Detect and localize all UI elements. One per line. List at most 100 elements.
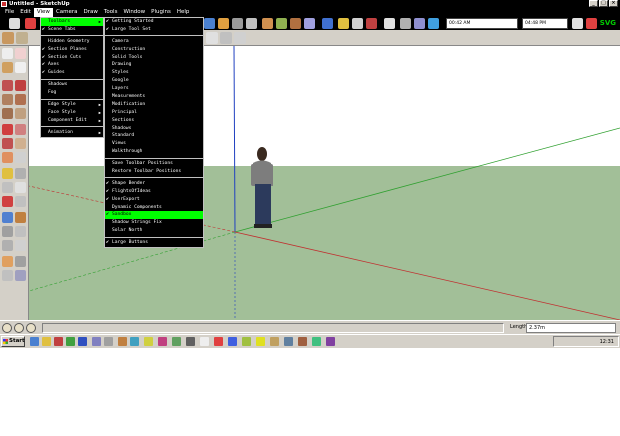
tape-measure-icon[interactable] [2,168,13,179]
taskbar-app-7-icon[interactable] [172,337,181,346]
push-pull-tool-icon[interactable] [15,124,26,135]
taskbar-app-10-icon[interactable] [214,337,223,346]
menu-window[interactable]: Window [120,8,148,17]
zoom-extents-side-icon[interactable] [2,240,13,251]
circle-tool-icon[interactable] [15,94,26,105]
move-tool-icon[interactable] [2,124,13,135]
freehand-tool-icon[interactable] [15,80,26,91]
walk-icon[interactable] [206,32,218,44]
view-front-icon[interactable] [290,18,301,29]
rotate-tool-icon[interactable] [2,138,13,149]
toolbar-item-camera[interactable]: Camera [105,38,203,46]
excel-icon[interactable] [66,337,75,346]
toolbar-item-solar-north[interactable]: Solar North [105,227,203,235]
toolbar-item-dynamic-components[interactable]: Dynamic Components [105,204,203,212]
toolbar-item-large-tool-set[interactable]: ✔ Large Tool Set [105,26,203,34]
paint-bucket-icon[interactable] [16,32,28,44]
ideas-icon[interactable] [400,18,411,29]
follow-me-tool-icon[interactable] [15,138,26,149]
orbit-side-icon[interactable] [2,212,13,223]
dimension-tool-icon[interactable] [15,168,26,179]
eraser-side-icon[interactable] [15,62,26,73]
length-input[interactable]: 2.37m [526,323,616,333]
credits-icon[interactable] [14,323,24,333]
polygon-tool-icon[interactable] [2,108,13,119]
toolbar-item-restore-toolbar-positions[interactable]: Restore Toolbar Positions [105,168,203,176]
pan-tool-icon[interactable] [218,18,229,29]
geolocation-icon[interactable] [2,323,12,333]
line-tool-icon[interactable] [2,80,13,91]
taskbar-app-13-icon[interactable] [256,337,265,346]
look-around-side-icon[interactable] [2,270,13,281]
toolbar-item-getting-started[interactable]: ✔ Getting Started [105,18,203,26]
view-menu-item-hidden-geometry[interactable]: Hidden Geometry [41,38,103,46]
view-top-icon[interactable] [276,18,287,29]
ruby-icon[interactable] [366,18,377,29]
toolbar-item-modification[interactable]: Modification [105,101,203,109]
view-menu-item-animation[interactable]: Animation ▶ [41,129,103,137]
menu-camera[interactable]: Camera [53,8,81,17]
menu-edit[interactable]: Edit [17,8,34,17]
look-around-icon[interactable] [234,32,246,44]
components-icon[interactable] [352,18,363,29]
toolbar-item-google[interactable]: Google [105,77,203,85]
view-menu-item-toolbars[interactable]: Toolbars ▶ [41,18,103,26]
section-plane-icon[interactable] [15,270,26,281]
zoom-window-icon[interactable] [15,226,26,237]
toolbar-item-solid-tools[interactable]: Solid Tools [105,54,203,62]
zoom-icon[interactable] [232,18,243,29]
taskbar-app-11-icon[interactable] [228,337,237,346]
orbit-tool-icon[interactable] [204,18,215,29]
ie-icon[interactable] [30,337,39,346]
google-earth-icon[interactable] [322,18,333,29]
select-arrow-icon[interactable] [2,48,13,59]
taskbar-app-6-icon[interactable] [158,337,167,346]
taskbar-app-4-icon[interactable] [130,337,139,346]
menu-file[interactable]: File [2,8,17,17]
toolbar-item-drawing[interactable]: Drawing [105,61,203,69]
make-component-side-icon[interactable] [15,48,26,59]
text-tool-icon[interactable] [15,182,26,193]
warehouse-icon[interactable] [338,18,349,29]
paint-side-icon[interactable] [2,62,13,73]
zoom-extents-icon[interactable] [246,18,257,29]
menu-tools[interactable]: Tools [101,8,121,17]
select-tool-icon[interactable] [9,18,20,29]
toolbar-item-principal[interactable]: Principal [105,109,203,117]
toolbar-item-construction[interactable]: Construction [105,46,203,54]
previous-view-icon[interactable] [15,240,26,251]
taskbar-app-15-icon[interactable] [284,337,293,346]
taskbar-app-3-icon[interactable] [118,337,127,346]
sketchup-task-icon[interactable] [54,337,63,346]
protractor-icon[interactable] [2,182,13,193]
taskbar-app-14-icon[interactable] [270,337,279,346]
view-right-icon[interactable] [304,18,315,29]
view-menu-item-face-style[interactable]: Face Style ▶ [41,109,103,117]
toolbar-item-sandbox[interactable]: ✔ Sandbox [105,211,203,220]
svg-export-icon[interactable]: SVG [600,18,616,29]
view-menu-item-shadows[interactable]: Shadows [41,81,103,89]
taskbar-app-9-icon[interactable] [200,337,209,346]
walk-side-icon[interactable] [15,256,26,267]
arc-tool-icon[interactable] [15,108,26,119]
word-icon[interactable] [78,337,87,346]
folder-icon[interactable] [42,337,51,346]
toolbar-item-userexport[interactable]: ✔ UserExport [105,196,203,204]
close-button[interactable]: × [609,0,618,7]
toolbar-item-shadow-strings-fix[interactable]: Shadow Strings Fix [105,219,203,227]
offset-tool-icon[interactable] [15,152,26,163]
pan-side-icon[interactable] [15,212,26,223]
north-icon[interactable] [586,18,597,29]
maximize-button[interactable]: □ [599,0,608,7]
axes-tool-icon[interactable] [2,196,13,207]
toolbar-item-walkthrough[interactable]: Walkthrough [105,148,203,156]
toolbar-item-save-toolbar-positions[interactable]: Save Toolbar Positions [105,160,203,168]
start-button[interactable]: Start [1,336,25,347]
toolbar-item-standard[interactable]: Standard [105,132,203,140]
view-menu-item-guides[interactable]: ✔ Guides [41,69,103,77]
toolbar-item-shadows[interactable]: Shadows [105,125,203,133]
toolbar-item-measurements[interactable]: Measurements [105,93,203,101]
taskbar-app-17-icon[interactable] [312,337,321,346]
minimize-button[interactable]: _ [589,0,598,7]
taskbar-app-2-icon[interactable] [104,337,113,346]
